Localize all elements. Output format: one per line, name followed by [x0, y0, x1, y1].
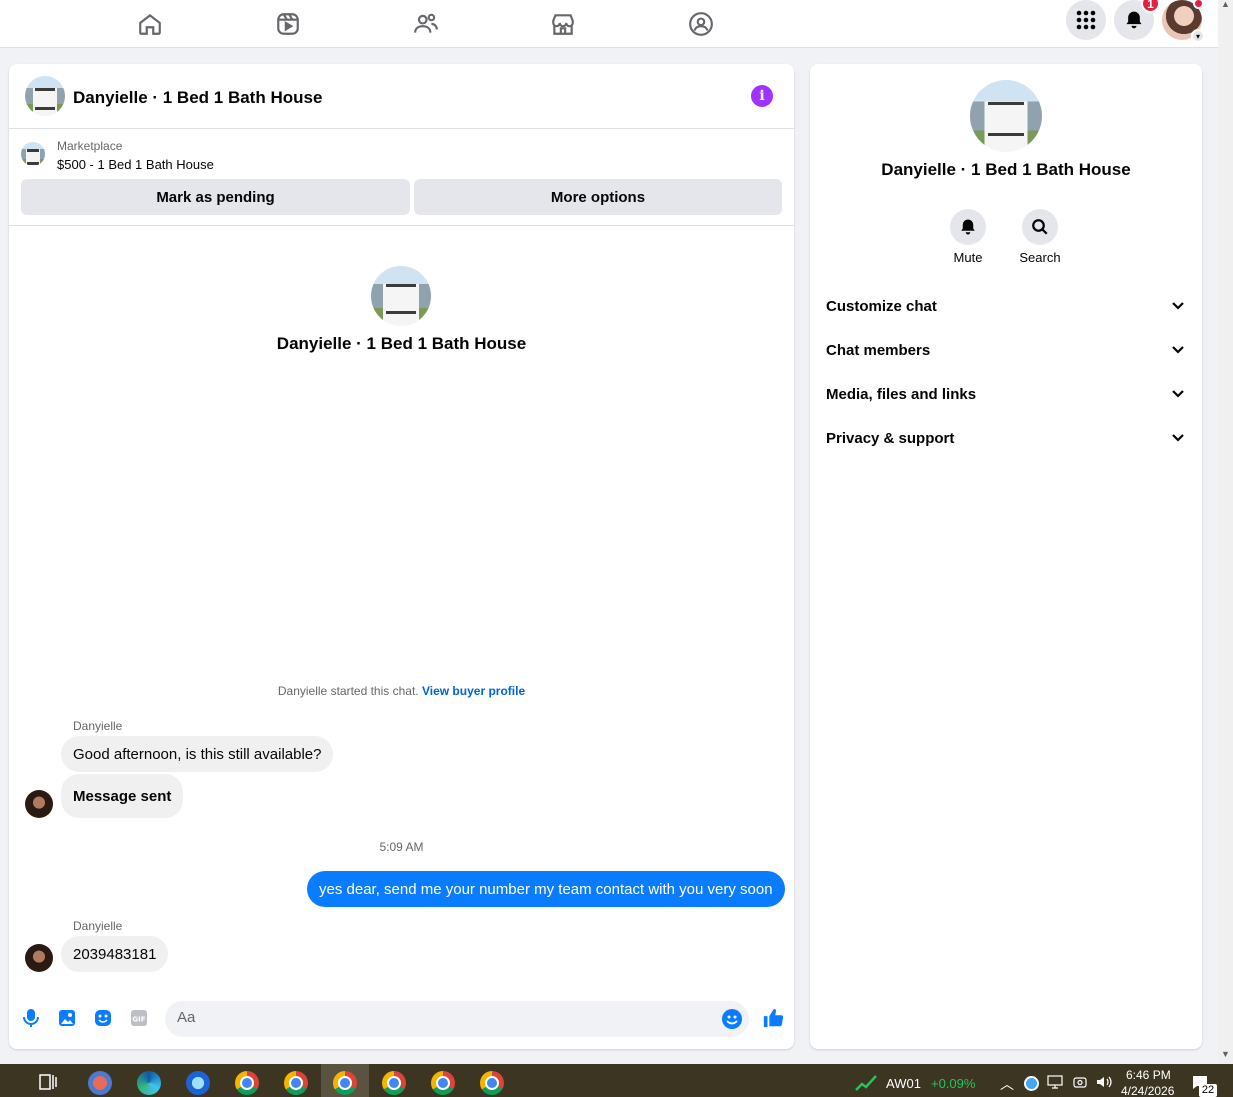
profile-avatar-button[interactable]: ▾ — [1162, 0, 1205, 43]
outgoing-message[interactable]: yes dear, send me your number my team co… — [307, 871, 785, 907]
stock-symbol[interactable]: AW01 — [886, 1076, 921, 1091]
sender-name: Danyielle — [73, 919, 123, 933]
search-icon — [1032, 219, 1048, 235]
stock-chart-icon[interactable] — [854, 1072, 878, 1092]
message-timestamp: 5:09 AM — [379, 840, 424, 854]
clock-time[interactable]: 6:46 PM — [1126, 1068, 1171, 1082]
section-label: Customize chat — [826, 297, 937, 315]
app-icon[interactable] — [186, 1071, 210, 1095]
volume-icon[interactable] — [1096, 1075, 1112, 1089]
sender-name: Danyielle — [73, 719, 123, 733]
chevron-down-icon — [1170, 386, 1186, 402]
chat-details-panel: Danyielle · 1 Bed 1 Bath House Mute Sear… — [810, 64, 1202, 1049]
chevron-down-icon — [1170, 342, 1186, 358]
chevron-up-icon[interactable]: ︿ — [1000, 1074, 1014, 1094]
microphone-icon[interactable] — [21, 1008, 41, 1028]
task-view-icon[interactable] — [38, 1073, 58, 1091]
listing-source: Marketplace — [57, 139, 123, 153]
bell-icon — [961, 219, 975, 235]
listing-thumbnail[interactable] — [25, 76, 65, 116]
info-icon[interactable]: i — [751, 85, 773, 107]
chrome-icon[interactable] — [333, 1071, 357, 1095]
chevron-down-icon — [1170, 430, 1186, 446]
media-files-links-row[interactable]: Media, files and links — [826, 382, 1186, 406]
details-avatar — [970, 80, 1042, 152]
listing-small-thumbnail[interactable] — [21, 142, 45, 166]
chat-panel: Danyielle · 1 Bed 1 Bath House i Marketp… — [9, 64, 794, 1049]
chrome-icon[interactable] — [235, 1071, 259, 1095]
incoming-message[interactable]: Good afternoon, is this still available? — [61, 736, 334, 772]
mute-button[interactable] — [950, 209, 986, 245]
started-text: Danyielle started this chat. — [277, 684, 419, 698]
gif-icon[interactable]: GIF — [129, 1008, 149, 1028]
sticker-icon[interactable] — [93, 1008, 113, 1028]
windows-taskbar: AW01 +0.09% ︿ 6:46 PM 4/24/2026 22 — [0, 1064, 1233, 1097]
page-scrollbar[interactable]: ▲ ▼ — [1218, 0, 1233, 1064]
edge-browser-icon[interactable] — [137, 1071, 161, 1095]
more-options-button[interactable]: More options — [414, 179, 782, 215]
chat-started-notice: Danyielle started this chat. View buyer … — [9, 684, 794, 698]
chrome-icon[interactable] — [431, 1071, 455, 1095]
top-navigation: 1 ▾ — [0, 0, 1218, 48]
home-icon[interactable] — [132, 6, 168, 42]
incoming-message[interactable]: 2039483181 — [61, 936, 169, 972]
chevron-down-icon — [1170, 298, 1186, 314]
notifications-button[interactable]: 1 — [1114, 0, 1160, 40]
conversation-avatar — [371, 266, 431, 326]
message-sent-bubble[interactable]: Message sent — [61, 774, 184, 818]
chrome-icon[interactable] — [382, 1071, 406, 1095]
view-buyer-profile-link[interactable]: View buyer profile — [422, 684, 525, 698]
listing-title[interactable]: $500 - 1 Bed 1 Bath House — [57, 157, 214, 172]
scroll-up-arrow-icon[interactable]: ▲ — [1221, 0, 1230, 9]
network-icon[interactable] — [1047, 1075, 1063, 1089]
mute-label: Mute — [953, 250, 983, 265]
menu-grid-button[interactable] — [1066, 0, 1106, 40]
notification-badge: 1 — [1141, 0, 1160, 13]
svg-text:GIF: GIF — [132, 1016, 145, 1024]
listing-bar: Marketplace $500 - 1 Bed 1 Bath House Ma… — [9, 130, 794, 226]
search-label: Search — [1019, 250, 1061, 265]
message-input[interactable] — [177, 1009, 697, 1026]
section-label: Privacy & support — [826, 429, 955, 447]
chat-title[interactable]: Danyielle · 1 Bed 1 Bath House — [73, 88, 322, 108]
tray-app-icon[interactable] — [1024, 1076, 1039, 1091]
search-button[interactable] — [1022, 209, 1058, 245]
chat-header: Danyielle · 1 Bed 1 Bath House i — [9, 64, 794, 129]
sender-avatar[interactable] — [25, 944, 53, 972]
scroll-down-arrow-icon[interactable]: ▼ — [1221, 1050, 1230, 1059]
video-icon[interactable] — [270, 6, 306, 42]
marketplace-icon[interactable] — [545, 6, 581, 42]
photo-icon[interactable] — [57, 1008, 77, 1028]
friends-icon[interactable] — [408, 6, 444, 42]
message-composer[interactable] — [165, 1001, 749, 1037]
section-label: Chat members — [826, 341, 931, 359]
chrome-icon[interactable] — [480, 1071, 504, 1095]
stock-change: +0.09% — [931, 1076, 976, 1091]
chevron-down-icon: ▾ — [1191, 29, 1205, 43]
customize-chat-row[interactable]: Customize chat — [826, 294, 1186, 318]
action-center-badge: 22 — [1199, 1084, 1217, 1097]
bell-icon — [1126, 11, 1142, 29]
details-title: Danyielle · 1 Bed 1 Bath House — [881, 160, 1131, 179]
section-label: Media, files and links — [826, 385, 977, 403]
chat-members-row[interactable]: Chat members — [826, 338, 1186, 362]
sender-avatar[interactable] — [25, 790, 53, 818]
status-dot — [1193, 0, 1204, 9]
chrome-icon[interactable] — [284, 1071, 308, 1095]
mark-as-pending-button[interactable]: Mark as pending — [21, 179, 410, 215]
grid-icon — [1076, 10, 1096, 30]
groups-icon[interactable] — [683, 6, 719, 42]
clock-date[interactable]: 4/24/2026 — [1121, 1084, 1174, 1097]
thumbs-up-icon[interactable] — [761, 1006, 785, 1030]
emoji-icon[interactable] — [721, 1008, 743, 1030]
camera-icon[interactable] — [1073, 1075, 1087, 1089]
privacy-support-row[interactable]: Privacy & support — [826, 426, 1186, 450]
paint-app-icon[interactable] — [88, 1071, 112, 1095]
conversation-title: Danyielle · 1 Bed 1 Bath House — [276, 334, 527, 353]
